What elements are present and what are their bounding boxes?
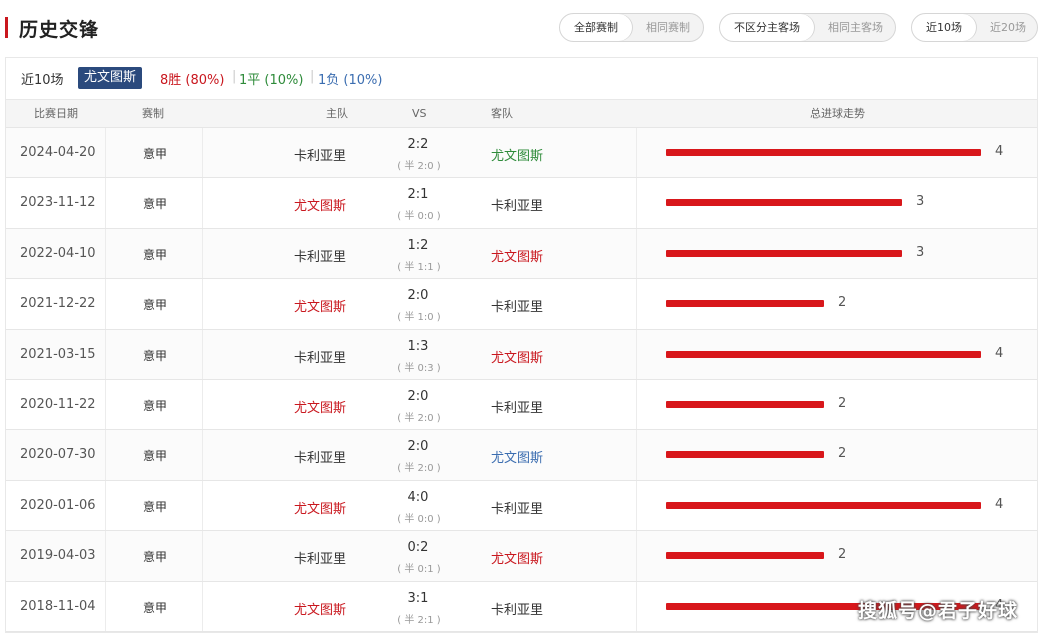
table-row[interactable]: 2021-03-15 意甲 卡利亚里 1:3( 半 0:3 ) 尤文图斯 4 [6, 329, 1037, 380]
total-goals-bar [666, 149, 981, 156]
col-away: 客队 [491, 107, 513, 120]
range-filter: 近10场 近20场 [911, 13, 1038, 42]
table-row[interactable]: 2020-11-22 意甲 尤文图斯 2:0( 半 2:0 ) 卡利亚里 2 [6, 379, 1037, 431]
column-divider [105, 531, 106, 581]
draws-stat: 1平 (10%) [239, 73, 304, 88]
table-row[interactable]: 2021-12-22 意甲 尤文图斯 2:0( 半 1:0 ) 卡利亚里 2 [6, 279, 1037, 330]
column-divider [636, 531, 637, 581]
column-divider [636, 430, 637, 480]
head-to-head-table: 比赛日期 赛制 主队 VS 客队 总进球走势 2024-04-20 意甲 卡利亚里 2… [5, 99, 1038, 633]
title-accent-bar [5, 17, 8, 38]
total-goals-bar [666, 400, 824, 408]
column-divider [105, 480, 106, 531]
filter-last-10[interactable]: 近10场 [912, 14, 976, 41]
wins-stat: 8胜 (80%) [160, 73, 225, 88]
column-divider [636, 228, 637, 279]
table-row[interactable]: 2020-07-30 意甲 卡利亚里 2:0( 半 2:0 ) 尤文图斯 2 [6, 430, 1037, 481]
summary-range-label: 近10场 [21, 73, 64, 88]
column-divider [202, 379, 203, 430]
col-date: 比赛日期 [34, 107, 78, 120]
total-goals-value: 4 [995, 144, 1004, 159]
watermark: 搜狐号@君子好球 [858, 600, 1019, 622]
total-goals-bar [666, 350, 981, 358]
column-divider [202, 531, 203, 581]
filter-all-competitions[interactable]: 全部赛制 [560, 14, 632, 41]
column-divider [105, 430, 106, 480]
home-team[interactable]: 尤文图斯 [294, 599, 346, 635]
table-row[interactable]: 2022-04-10 意甲 卡利亚里 1:2( 半 1:1 ) 尤文图斯 3 [6, 228, 1037, 280]
total-goals-value: 2 [838, 295, 847, 311]
total-goals-value: 2 [838, 446, 847, 462]
filter-same-competition[interactable]: 相同赛制 [632, 14, 703, 41]
match-competition: 意甲 [143, 600, 168, 615]
table-header: 比赛日期 赛制 主队 VS 客队 总进球走势 [6, 100, 1037, 128]
total-goals-value: 2 [838, 547, 847, 563]
column-divider [202, 279, 203, 329]
header: 历史交锋 全部赛制 相同赛制 不区分主客场 相同主客场 近10场 近20场 [0, 0, 1045, 56]
separator: | [232, 69, 237, 84]
column-divider [105, 279, 106, 329]
column-divider [202, 329, 203, 379]
venue-filter: 不区分主客场 相同主客场 [719, 13, 896, 42]
total-goals-value: 4 [995, 345, 1004, 361]
table-row[interactable]: 2023-11-12 意甲 尤文图斯 2:1( 半 0:0 ) 卡利亚里 3 [6, 178, 1037, 229]
column-divider [202, 128, 203, 178]
total-goals-value: 4 [995, 496, 1004, 512]
column-divider [105, 581, 106, 631]
col-competition: 赛制 [142, 107, 164, 120]
competition-filter: 全部赛制 相同赛制 [559, 13, 704, 42]
losses-stat: 1负 (10%) [318, 73, 383, 88]
table-body: 2024-04-20 意甲 卡利亚里 2:2( 半 2:0 ) 尤文图斯 4 2023-11… [6, 128, 1037, 632]
filter-same-venue[interactable]: 相同主客场 [814, 14, 895, 41]
column-divider [105, 128, 106, 178]
total-goals-value: 3 [916, 194, 925, 210]
table-row[interactable]: 2019-04-03 意甲 卡利亚里 0:2( 半 0:1 ) 尤文图斯 2 [6, 531, 1037, 582]
column-divider [202, 430, 203, 480]
col-vs: VS [412, 107, 427, 120]
page-title: 历史交锋 [19, 19, 100, 41]
record-summary: 近10场 尤文图斯 8胜 (80%) | 1平 (10%) | 1负 (10%) [5, 57, 1038, 99]
match-date: 2018-11-04 [20, 598, 96, 614]
half-time-score: ( 半 2:1 ) [397, 614, 441, 626]
column-divider [105, 379, 106, 430]
total-goals-bar [666, 249, 902, 257]
total-goals-bar [666, 501, 981, 509]
col-trend: 总进球走势 [810, 107, 865, 120]
col-home: 主队 [326, 107, 348, 120]
away-team[interactable]: 卡利亚里 [491, 599, 543, 635]
total-goals-value: 2 [838, 395, 847, 411]
total-goals-value: 3 [916, 244, 925, 260]
column-divider [636, 329, 637, 379]
column-divider [105, 329, 106, 379]
column-divider [636, 480, 637, 531]
separator: | [310, 69, 315, 84]
column-divider [105, 228, 106, 279]
column-divider [105, 178, 106, 228]
total-goals-bar [666, 552, 824, 560]
column-divider [202, 178, 203, 228]
column-divider [202, 480, 203, 531]
column-divider [636, 581, 637, 631]
filter-any-venue[interactable]: 不区分主客场 [720, 14, 814, 41]
total-goals-bar [666, 451, 824, 459]
filter-last-20[interactable]: 近20场 [976, 14, 1037, 41]
column-divider [202, 228, 203, 279]
total-goals-bar [666, 199, 902, 207]
column-divider [636, 279, 637, 329]
table-row[interactable]: 2020-01-06 意甲 尤文图斯 4:0( 半 0:0 ) 卡利亚里 4 [6, 480, 1037, 532]
column-divider [636, 178, 637, 228]
column-divider [636, 379, 637, 430]
column-divider [202, 581, 203, 631]
column-divider [636, 128, 637, 178]
table-row[interactable]: 2024-04-20 意甲 卡利亚里 2:2( 半 2:0 ) 尤文图斯 4 [6, 128, 1037, 179]
total-goals-bar [666, 300, 824, 308]
team-badge: 尤文图斯 [78, 67, 143, 89]
